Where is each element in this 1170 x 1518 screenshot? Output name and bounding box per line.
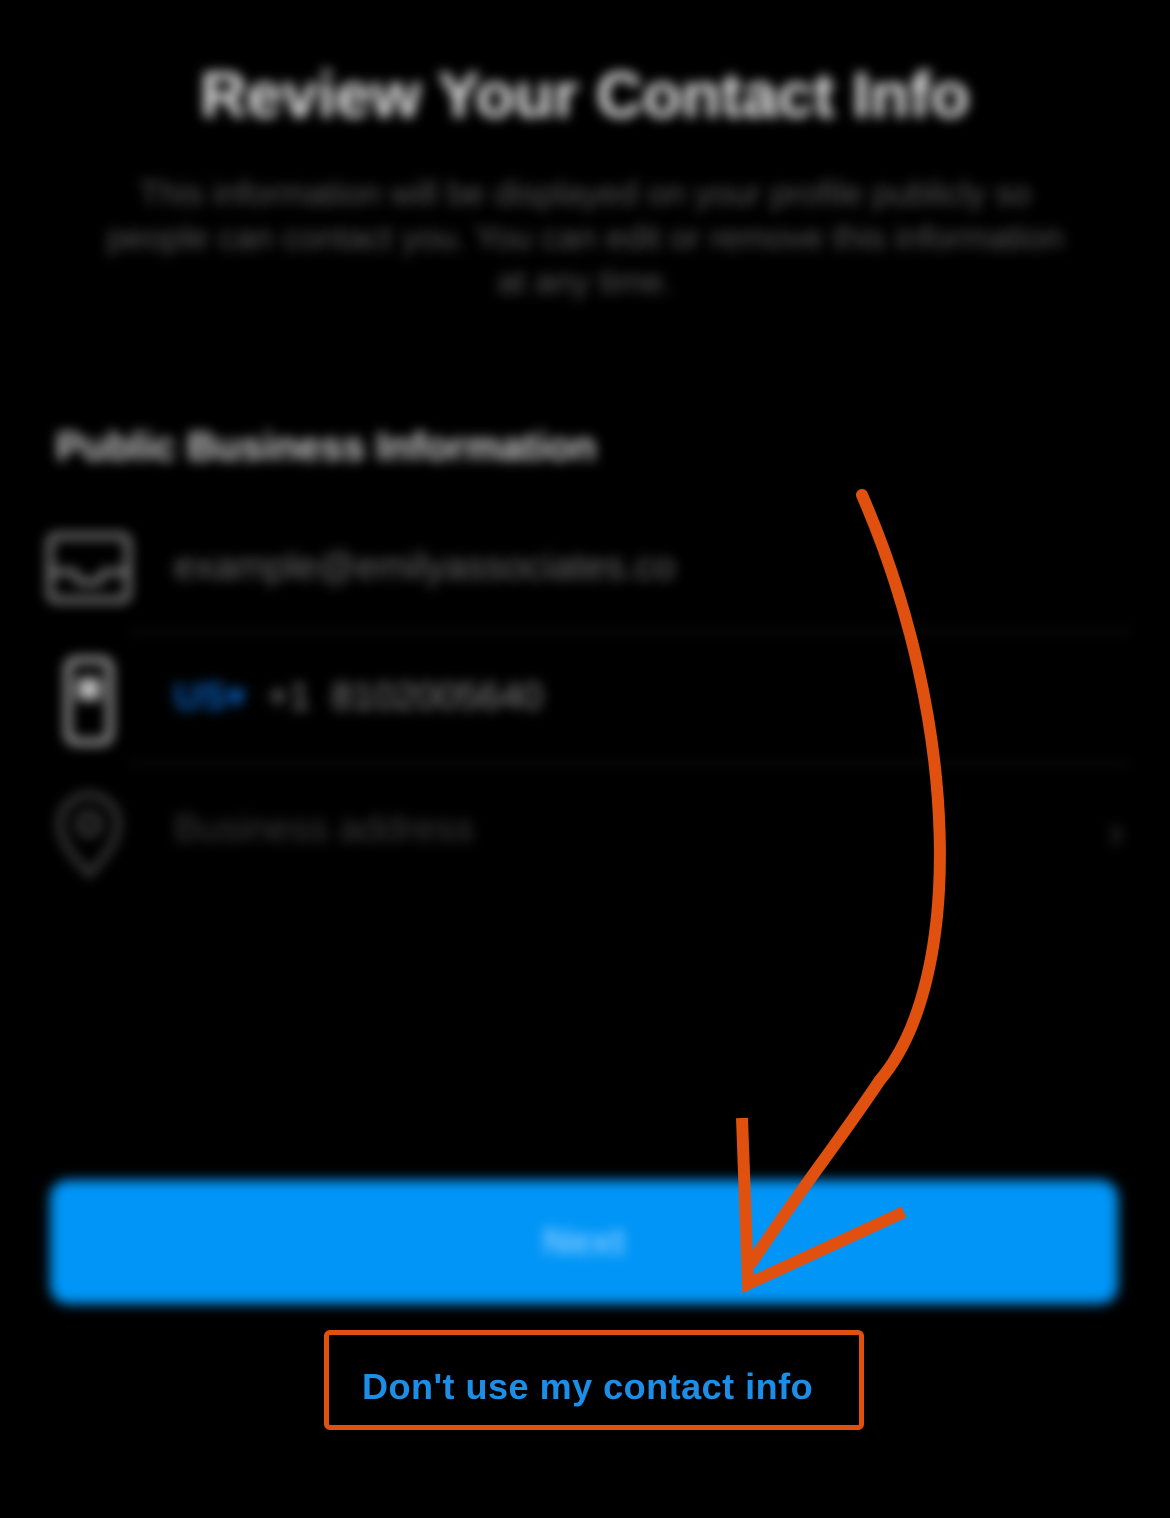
divider [130, 630, 1130, 632]
email-value: example@emilyassociates.co [174, 546, 676, 588]
email-row[interactable]: example@emilyassociates.co [44, 518, 1124, 618]
chevron-right-icon: › [1108, 806, 1124, 859]
phone-row[interactable]: US▾ +1 8102005640 [44, 646, 1124, 746]
next-button[interactable]: Next [50, 1180, 1118, 1304]
address-row[interactable]: Business address › [44, 780, 1124, 880]
phone-number: 8102005640 [331, 676, 543, 718]
page-subtitle: This information will be displayed on yo… [106, 175, 1064, 301]
mail-icon [44, 528, 134, 608]
section-title: Public Business Information [56, 425, 597, 469]
page-title: Review Your Contact Info [200, 59, 970, 131]
phone-field[interactable]: US▾ +1 8102005640 [174, 674, 543, 719]
address-placeholder: Business address [174, 808, 474, 850]
phone-icon [44, 656, 134, 745]
phone-prefix: +1 [267, 676, 311, 718]
divider [130, 762, 1130, 764]
blurred-background-screen: Review Your Contact Info This informatio… [0, 0, 1170, 1518]
chevron-down-icon: ▾ [226, 676, 246, 718]
country-code-selector[interactable]: US [174, 676, 227, 718]
location-pin-icon [44, 790, 134, 879]
dont-use-contact-info-link[interactable]: Don't use my contact info [324, 1330, 864, 1430]
dont-use-contact-info-label: Don't use my contact info [362, 1366, 814, 1407]
